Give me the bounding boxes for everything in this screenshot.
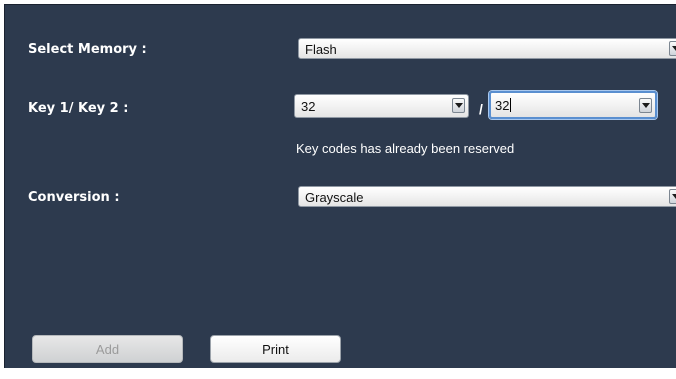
key1-select[interactable]: 32 (294, 94, 469, 118)
text-caret (510, 98, 512, 112)
conversion-select[interactable]: Grayscale (298, 186, 676, 207)
key-reserved-message: Key codes has already been reserved (296, 141, 515, 156)
chevron-down-icon[interactable] (639, 98, 652, 113)
chevron-down-icon[interactable] (669, 189, 676, 204)
select-memory-label: Select Memory : (28, 42, 147, 57)
add-button[interactable]: Add (32, 335, 183, 363)
conversion-label: Conversion : (28, 190, 120, 205)
chevron-down-icon[interactable] (669, 41, 676, 56)
key2-select-value[interactable]: 32 (495, 98, 512, 113)
memory-select[interactable]: Flash (298, 38, 676, 59)
key1-select-value: 32 (301, 99, 316, 114)
chevron-down-icon[interactable] (452, 98, 465, 113)
key-label: Key 1/ Key 2 : (28, 101, 129, 116)
key-separator: / (479, 101, 483, 117)
print-button[interactable]: Print (210, 335, 341, 363)
memory-select-value: Flash (305, 42, 337, 57)
settings-panel: Select Memory : Flash Key 1/ Key 2 : 32 … (4, 4, 676, 368)
conversion-select-value: Grayscale (305, 190, 364, 205)
key2-select[interactable]: 32 (489, 91, 657, 119)
